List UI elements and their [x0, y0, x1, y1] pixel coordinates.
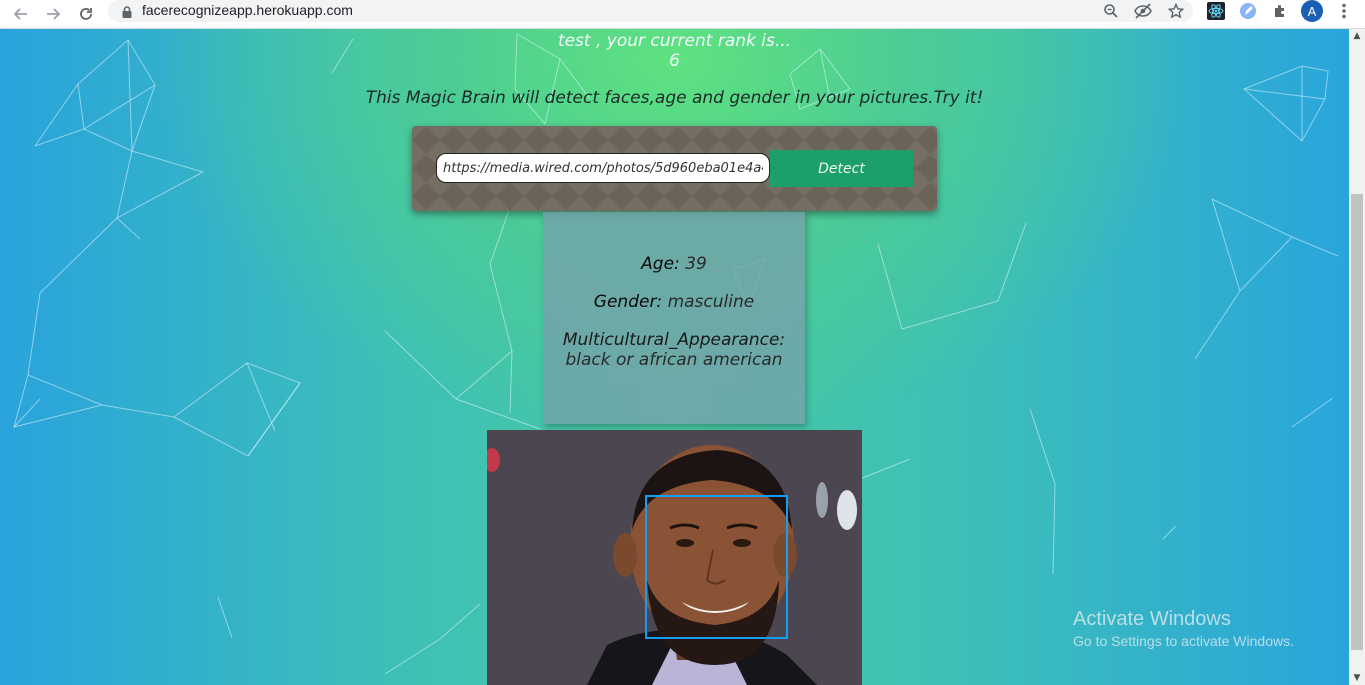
reload-icon[interactable]	[74, 2, 98, 26]
detect-button[interactable]: Detect	[770, 150, 913, 187]
scroll-up-icon[interactable]: ▲	[1349, 29, 1365, 43]
pen-extension-icon[interactable]	[1238, 1, 1258, 21]
profile-avatar[interactable]: A	[1301, 0, 1323, 22]
watermark-title: Activate Windows	[1073, 608, 1231, 630]
image-url-input[interactable]	[436, 153, 770, 183]
page-scrollbar[interactable]: ▲ ▼	[1349, 29, 1365, 685]
gender-row: Gender: masculine	[543, 292, 805, 312]
address-bar[interactable]: facerecognizeapp.herokuapp.com	[108, 0, 1193, 22]
gender-value: masculine	[667, 292, 755, 312]
appearance-label: Multicultural_Appearance:	[562, 330, 786, 350]
rank-value: 6	[669, 51, 680, 71]
kebab-menu-icon[interactable]	[1336, 1, 1352, 21]
image-link-form: Detect	[412, 126, 937, 211]
face-bounding-box	[645, 495, 788, 639]
uploaded-photo	[487, 430, 862, 685]
lock-icon[interactable]	[120, 4, 134, 18]
back-arrow-icon[interactable]	[9, 2, 33, 26]
forward-arrow-icon[interactable]	[41, 2, 65, 26]
star-icon[interactable]	[1166, 1, 1186, 21]
url-text[interactable]: facerecognizeapp.herokuapp.com	[142, 2, 353, 18]
react-devtools-extension-icon[interactable]	[1206, 1, 1226, 21]
rank-text: test , your current rank is...	[557, 31, 792, 51]
eye-off-icon[interactable]	[1133, 1, 1153, 21]
windows-activation-watermark: Activate Windows Go to Settings to activ…	[1073, 608, 1294, 649]
gender-label: Gender:	[593, 292, 663, 312]
puzzle-icon[interactable]	[1270, 1, 1290, 21]
age-label: Age:	[641, 254, 680, 274]
results-card: Age: 39 Gender: masculine Multicultural_…	[543, 212, 805, 424]
age-row: Age: 39	[543, 254, 805, 274]
age-value: 39	[685, 254, 707, 274]
watermark-subtitle: Go to Settings to activate Windows.	[1073, 633, 1294, 649]
scroll-down-icon[interactable]: ▼	[1349, 671, 1365, 685]
browser-toolbar: facerecognizeapp.herokuapp.com A	[0, 0, 1365, 29]
appearance-value: black or african american	[565, 350, 783, 370]
tagline: This Magic Brain will detect faces,age a…	[365, 88, 984, 108]
app-page: test , your current rank is... 6 This Ma…	[0, 29, 1349, 685]
zoom-icon[interactable]	[1101, 1, 1121, 21]
scrollbar-thumb[interactable]	[1351, 194, 1363, 650]
